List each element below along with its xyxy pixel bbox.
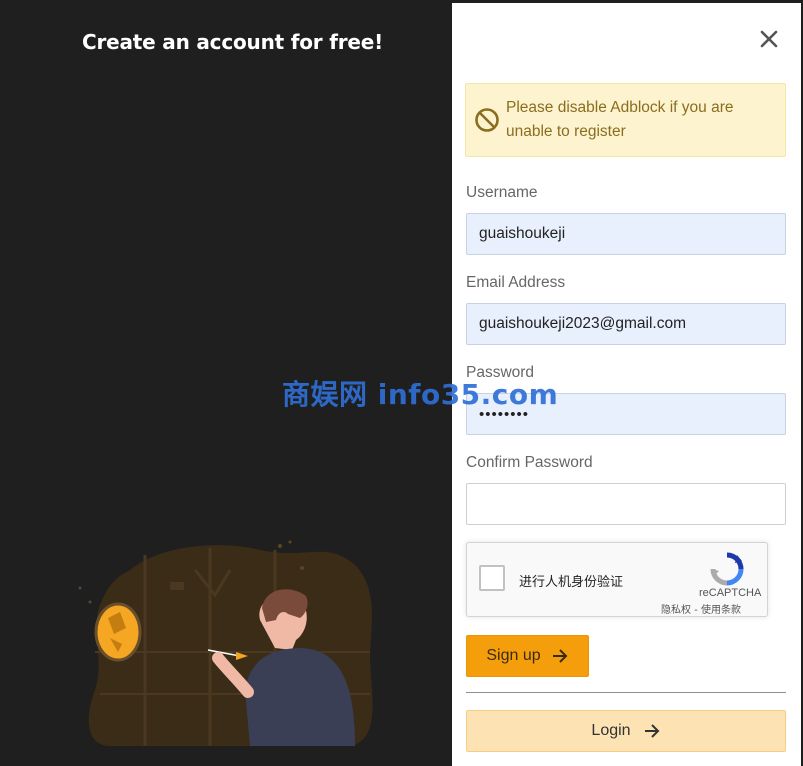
adblock-notice-text: Please disable Adblock if you are unable… bbox=[506, 99, 734, 140]
adblock-notice: Please disable Adblock if you are unable… bbox=[465, 83, 786, 157]
sign-up-label: Sign up bbox=[486, 647, 541, 664]
recaptcha-checkbox[interactable] bbox=[479, 565, 505, 591]
recaptcha-label: 进行人机身份验证 bbox=[519, 575, 624, 590]
login-button[interactable]: Login bbox=[466, 710, 786, 752]
arrow-right-icon bbox=[552, 649, 568, 663]
divider bbox=[466, 692, 786, 693]
no-entry-icon bbox=[475, 108, 499, 132]
recaptcha-links[interactable]: 隐私权 - 使用条款 bbox=[661, 601, 741, 616]
sign-up-button[interactable]: Sign up bbox=[466, 635, 589, 677]
confirm-password-input[interactable] bbox=[466, 483, 786, 525]
confirm-password-label: Confirm Password bbox=[466, 454, 593, 471]
recaptcha-widget: 进行人机身份验证 reCAPTCHA 隐私权 - 使用条款 bbox=[466, 542, 768, 617]
recaptcha-brand: reCAPTCHA bbox=[699, 587, 762, 599]
page-title: Create an account for free! bbox=[82, 30, 384, 54]
username-input[interactable] bbox=[466, 213, 786, 255]
login-label: Login bbox=[591, 722, 631, 739]
close-icon[interactable] bbox=[757, 27, 781, 51]
watermark-text: 商娱网 info35.com bbox=[282, 378, 559, 411]
email-input[interactable] bbox=[466, 303, 786, 345]
email-label: Email Address bbox=[466, 274, 566, 291]
arrow-right-icon bbox=[644, 724, 659, 738]
recaptcha-logo-icon bbox=[710, 552, 744, 586]
darts-player-illustration bbox=[78, 540, 373, 746]
username-label: Username bbox=[466, 184, 538, 201]
signup-modal: Create an account for free! Please disab… bbox=[0, 0, 803, 766]
